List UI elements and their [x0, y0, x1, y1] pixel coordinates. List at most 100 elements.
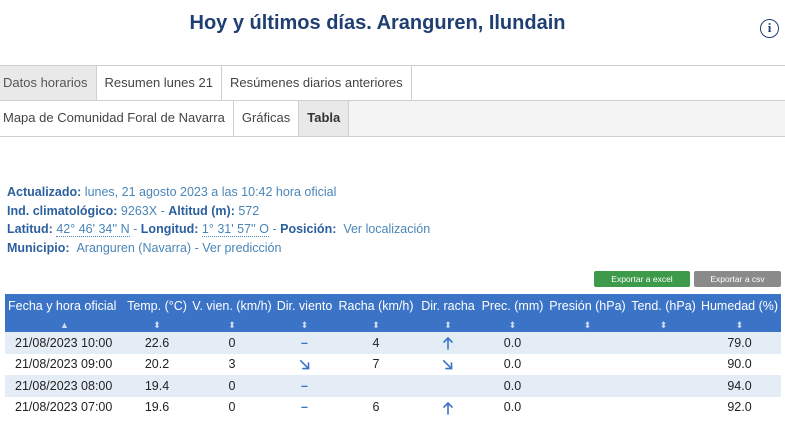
cell-racha: 6: [335, 396, 417, 418]
sort-icon[interactable]: ⬍: [698, 318, 781, 332]
tab-tabla[interactable]: Tabla: [299, 101, 350, 136]
prediction-link[interactable]: Ver predicción: [202, 241, 281, 255]
col-fecha[interactable]: Fecha y hora oficial: [5, 294, 124, 318]
cell-racha: [335, 375, 417, 397]
sort-icon[interactable]: ⬍: [190, 318, 274, 332]
sort-row: ▲ ⬍ ⬍ ⬍ ⬍ ⬍ ⬍ ⬍ ⬍ ⬍: [5, 318, 781, 332]
cell-fecha: 21/08/2023 08:00: [5, 375, 124, 397]
col-viento[interactable]: V. vien. (km/h): [190, 294, 274, 318]
export-csv-button[interactable]: Exportar a csv: [694, 271, 781, 287]
altitude-value: 572: [238, 203, 260, 218]
col-racha[interactable]: Racha (km/h): [335, 294, 417, 318]
cell-temp: 22.6: [124, 332, 190, 354]
calm-icon: –: [301, 378, 308, 393]
climate-value: 9263X: [120, 203, 158, 218]
position-link[interactable]: Ver localización: [343, 222, 430, 236]
cell-dir-viento: [274, 353, 335, 375]
tab-datos-horarios[interactable]: Datos horarios: [0, 66, 97, 100]
col-tend[interactable]: Tend. (hPa): [629, 294, 698, 318]
municipio-value[interactable]: Aranguren (Navarra): [76, 241, 191, 255]
cell-tend: [629, 353, 698, 375]
cell-fecha: 21/08/2023 10:00: [5, 332, 124, 354]
cell-vien: 0: [190, 375, 274, 397]
cell-dir-viento: –: [274, 332, 335, 354]
col-prec[interactable]: Prec. (mm): [479, 294, 546, 318]
sort-icon[interactable]: ▲: [5, 318, 124, 332]
cell-tend: [629, 396, 698, 418]
cell-temp: 19.4: [124, 375, 190, 397]
cell-presion: [546, 353, 629, 375]
wind-arrow-icon: [299, 359, 309, 369]
tab-mapa[interactable]: Mapa de Comunidad Foral de Navarra: [0, 101, 234, 136]
cell-presion: [546, 375, 629, 397]
wind-arrow-icon: [443, 336, 453, 350]
export-excel-button[interactable]: Exportar a excel: [594, 271, 690, 287]
cell-presion: [546, 332, 629, 354]
cell-humedad: 79.0: [698, 332, 781, 354]
cell-dir-viento: –: [274, 375, 335, 397]
cell-fecha: 21/08/2023 09:00: [5, 353, 124, 375]
sort-icon[interactable]: ⬍: [335, 318, 417, 332]
cell-dir-racha: [417, 396, 479, 418]
observations-table: Fecha y hora oficial Temp. (°C) V. vien.…: [5, 294, 781, 418]
sub-tabs: Mapa de Comunidad Foral de Navarra Gráfi…: [0, 101, 785, 137]
cell-vien: 0: [190, 332, 274, 354]
climate-label: Ind. climatológico: [7, 203, 114, 218]
sort-icon[interactable]: ⬍: [479, 318, 546, 332]
wind-arrow-icon: [443, 401, 453, 415]
cell-tend: [629, 375, 698, 397]
updated-line: Actualizado: lunes, 21 agosto 2023 a las…: [7, 183, 430, 202]
cell-racha: 4: [335, 332, 417, 354]
updated-label: Actualizado:: [7, 185, 82, 199]
cell-fecha: 21/08/2023 07:00: [5, 396, 124, 418]
longitude-value: 1° 31' 57'' O: [201, 222, 269, 237]
cell-humedad: 90.0: [698, 353, 781, 375]
updated-value: lunes, 21 agosto 2023 a las 10:42 hora o…: [84, 185, 337, 199]
info-icon[interactable]: i: [760, 19, 779, 38]
col-humedad[interactable]: Humedad (%): [698, 294, 781, 318]
station-metadata: Actualizado: lunes, 21 agosto 2023 a las…: [7, 183, 430, 257]
tab-resumen-lunes[interactable]: Resumen lunes 21: [96, 66, 222, 100]
coordinates-line: Latitud: 42° 46' 34'' N - Longitud: 1° 3…: [7, 222, 431, 237]
cell-dir-racha: [417, 353, 479, 375]
cell-temp: 19.6: [124, 396, 190, 418]
calm-icon: –: [301, 335, 308, 350]
cell-humedad: 92.0: [698, 396, 781, 418]
cell-dir-racha: [417, 375, 479, 397]
col-dir-racha[interactable]: Dir. racha: [417, 294, 479, 318]
cell-prec: 0.0: [479, 353, 546, 375]
col-dir-viento[interactable]: Dir. viento: [274, 294, 335, 318]
col-presion[interactable]: Presión (hPa): [546, 294, 629, 318]
cell-prec: 0.0: [479, 375, 546, 397]
cell-dir-viento: –: [274, 396, 335, 418]
page-header: Hoy y últimos días. Aranguren, Ilundain …: [0, 0, 785, 58]
col-temp[interactable]: Temp. (°C): [124, 294, 190, 318]
municipio-label: Municipio: [7, 240, 66, 255]
cell-dir-racha: [417, 332, 479, 354]
altitude-label: Altitud (m): [168, 203, 231, 218]
calm-icon: –: [301, 400, 308, 415]
sort-icon[interactable]: ⬍: [124, 318, 190, 332]
cell-racha: 7: [335, 353, 417, 375]
page-title: Hoy y últimos días. Aranguren, Ilundain: [189, 12, 566, 34]
latitude-label: Latitud: [7, 222, 49, 236]
sort-icon[interactable]: ⬍: [546, 318, 629, 332]
tab-resumenes-diarios[interactable]: Resúmenes diarios anteriores: [221, 66, 412, 100]
table-row: 21/08/2023 10:00 22.6 0 – 4 0.0 79.0: [5, 332, 781, 354]
wind-arrow-icon: [442, 359, 453, 369]
cell-prec: 0.0: [479, 332, 546, 354]
cell-presion: [546, 396, 629, 418]
cell-humedad: 94.0: [698, 375, 781, 397]
position-label: Posición: [280, 222, 333, 236]
cell-tend: [629, 332, 698, 354]
table-row: 21/08/2023 07:00 19.6 0 – 6 0.0 92.0: [5, 396, 781, 418]
cell-vien: 3: [190, 353, 274, 375]
tab-graficas[interactable]: Gráficas: [233, 101, 300, 136]
cell-vien: 0: [190, 396, 274, 418]
sort-icon[interactable]: ⬍: [417, 318, 479, 332]
table-row: 21/08/2023 09:00 20.2 3 7 0.0 90.0: [5, 353, 781, 375]
municipio-line: Municipio: Aranguren (Navarra) - Ver pre…: [7, 240, 282, 255]
sort-icon[interactable]: ⬍: [274, 318, 335, 332]
sort-icon[interactable]: ⬍: [629, 318, 698, 332]
longitude-label: Longitud: [140, 222, 195, 236]
